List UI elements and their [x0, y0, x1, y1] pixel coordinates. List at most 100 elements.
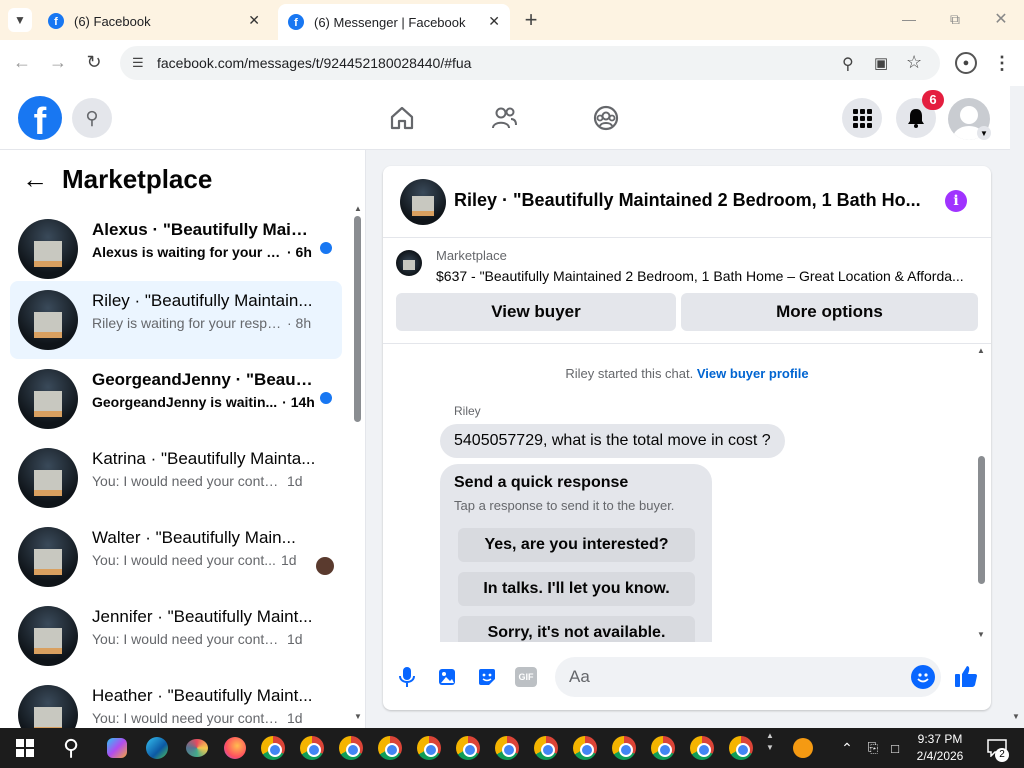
chrome-profile-icon[interactable]: [687, 734, 717, 762]
conversation-preview-row: You: I would need your contact... 1d: [92, 631, 322, 647]
conversation-item[interactable]: Jennifer · "Beautifully Maint... You: I w…: [10, 597, 342, 675]
chat-started-text: Riley started this chat.: [565, 366, 694, 381]
bookmark-star-icon[interactable]: ☆: [906, 52, 922, 73]
conversation-preview: You: I would need your contact...: [92, 473, 282, 489]
close-window-icon[interactable]: ✕: [990, 8, 1012, 30]
conversation-list-panel: ← Marketplace ▲ ▼ Alexus · "Beautifully …: [0, 150, 366, 728]
home-icon[interactable]: [384, 100, 420, 136]
unread-dot: [320, 392, 332, 404]
chrome-profile-icon[interactable]: [570, 734, 600, 762]
conversation-item[interactable]: Alexus · "Beautifully Maint... Alexus is …: [10, 210, 342, 288]
status-orange-icon[interactable]: [788, 734, 818, 762]
restore-icon[interactable]: ⧉: [944, 8, 966, 30]
edge-icon[interactable]: [142, 734, 172, 762]
close-tab-icon[interactable]: ✕: [488, 13, 500, 30]
search-icon: ⚲: [85, 107, 99, 128]
chrome-profile-icon[interactable]: [531, 734, 561, 762]
avatar-silhouette-icon: [960, 106, 978, 124]
page-scroll-down-arrow[interactable]: ▼: [1012, 712, 1020, 721]
chat-avatar[interactable]: [400, 179, 446, 225]
chrome-profile-icon[interactable]: [297, 734, 327, 762]
message-bubble[interactable]: 5405057729, what is the total move in co…: [440, 424, 785, 458]
friends-icon[interactable]: [486, 100, 522, 136]
address-bar[interactable]: ☰ facebook.com/messages/t/92445218002844…: [120, 46, 940, 80]
chrome-profile-icon[interactable]: [648, 734, 678, 762]
tab-search-button[interactable]: ▼: [8, 8, 32, 32]
thumbs-up-icon[interactable]: [953, 662, 979, 690]
paint-icon[interactable]: [182, 734, 212, 762]
chrome-icon: [300, 736, 324, 760]
back-icon[interactable]: ←: [10, 50, 34, 74]
conversation-item[interactable]: Heather · "Beautifully Maint... You: I wo…: [10, 676, 342, 728]
windows-start-icon[interactable]: [10, 734, 40, 762]
gif-icon[interactable]: GIF: [515, 667, 537, 687]
listing-thumbnail[interactable]: [396, 250, 422, 276]
firefox-icon[interactable]: [220, 734, 250, 762]
close-tab-icon[interactable]: ✕: [248, 12, 260, 29]
quick-response-title: Send a quick response: [454, 474, 629, 491]
conversation-avatar: [18, 448, 78, 508]
chrome-profile-icon[interactable]: [453, 734, 483, 762]
search-button[interactable]: ⚲: [72, 98, 112, 138]
chrome-profile-icon[interactable]: [609, 734, 639, 762]
back-arrow-icon[interactable]: ←: [20, 164, 50, 194]
conversation-time: · 6h: [287, 244, 312, 260]
conversation-preview: GeorgeandJenny is waitin...: [92, 394, 278, 410]
chrome-profile-icon[interactable]: [375, 734, 405, 762]
listing-text[interactable]: $637 - "Beautifully Maintained 2 Bedroom…: [436, 268, 976, 284]
view-buyer-button[interactable]: View buyer: [396, 293, 676, 331]
chrome-profile-icon[interactable]: [258, 734, 288, 762]
conversation-scrollbar[interactable]: ▲ ▼: [352, 204, 362, 724]
network-icon[interactable]: □: [880, 734, 910, 762]
conversation-preview-row: You: I would need your contact... 1d: [92, 710, 322, 726]
profile-icon[interactable]: ●: [955, 52, 977, 74]
menu-grid-button[interactable]: [842, 98, 882, 138]
tab-messenger[interactable]: f (6) Messenger | Facebook ✕: [278, 4, 510, 40]
info-icon[interactable]: i: [945, 190, 967, 212]
chat-scrollbar-thumb[interactable]: [978, 456, 985, 584]
chrome-profile-icon[interactable]: [414, 734, 444, 762]
read-receipt-avatar: [316, 557, 334, 575]
microphone-icon[interactable]: [397, 666, 417, 688]
clock[interactable]: 9:37 PM 2/4/2026: [910, 731, 970, 765]
conversation-item[interactable]: Walter · "Beautifully Main... You: I woul…: [10, 518, 342, 596]
install-app-icon[interactable]: ▣: [874, 54, 888, 72]
taskbar-search-icon[interactable]: ⚲: [56, 734, 86, 762]
facebook-logo-icon[interactable]: f: [18, 96, 62, 140]
new-tab-icon[interactable]: +: [520, 7, 542, 32]
conversation-name: GeorgeandJenny · "Beautif...: [92, 370, 317, 389]
taskbar-overflow-chevron-icon[interactable]: ▲ ▼: [766, 730, 774, 754]
copilot-icon[interactable]: [102, 734, 132, 762]
zoom-icon[interactable]: ⚲: [842, 54, 854, 74]
quick-response-in-talks[interactable]: In talks. I'll let you know.: [458, 572, 695, 606]
groups-icon[interactable]: [588, 100, 624, 136]
forward-icon[interactable]: →: [46, 50, 70, 74]
panel-title: Marketplace: [62, 164, 213, 194]
chrome-profile-icon[interactable]: [726, 734, 756, 762]
reload-icon[interactable]: ↻: [82, 50, 106, 74]
view-buyer-profile-link[interactable]: View buyer profile: [697, 366, 809, 381]
chrome-icon: [456, 736, 480, 760]
emoji-icon[interactable]: [911, 665, 935, 689]
conversation-item[interactable]: GeorgeandJenny · "Beautif... GeorgeandJen…: [10, 360, 342, 438]
chrome-icon: [690, 736, 714, 760]
photo-icon[interactable]: [437, 666, 457, 688]
account-chevron-icon[interactable]: ▼: [977, 126, 991, 140]
quick-response-yes[interactable]: Yes, are you interested?: [458, 528, 695, 562]
more-options-button[interactable]: More options: [681, 293, 978, 331]
message-input[interactable]: Aa: [555, 657, 941, 697]
chrome-profile-icon[interactable]: [336, 734, 366, 762]
chrome-profile-icon[interactable]: [492, 734, 522, 762]
tab-facebook[interactable]: f (6) Facebook ✕: [38, 6, 270, 36]
browser-tab-bar: ▼ f (6) Facebook ✕ f (6) Messenger | Fac…: [0, 0, 1024, 40]
minimize-icon[interactable]: —: [898, 8, 920, 30]
chat-scrollbar[interactable]: ▲ ▼: [975, 346, 987, 640]
quick-response-sorry[interactable]: Sorry, it's not available.: [458, 616, 695, 642]
listing-card: Marketplace $637 - "Beautifully Maintain…: [383, 238, 991, 344]
scrollbar-thumb[interactable]: [354, 216, 361, 422]
site-info-icon[interactable]: ☰: [132, 55, 144, 71]
conversation-item[interactable]: Riley · "Beautifully Maintain... Riley is…: [10, 281, 342, 359]
conversation-item[interactable]: Katrina · "Beautifully Mainta... You: I w…: [10, 439, 342, 517]
sticker-icon[interactable]: [477, 666, 497, 688]
menu-kebab-icon[interactable]: ⋮: [992, 52, 1012, 74]
